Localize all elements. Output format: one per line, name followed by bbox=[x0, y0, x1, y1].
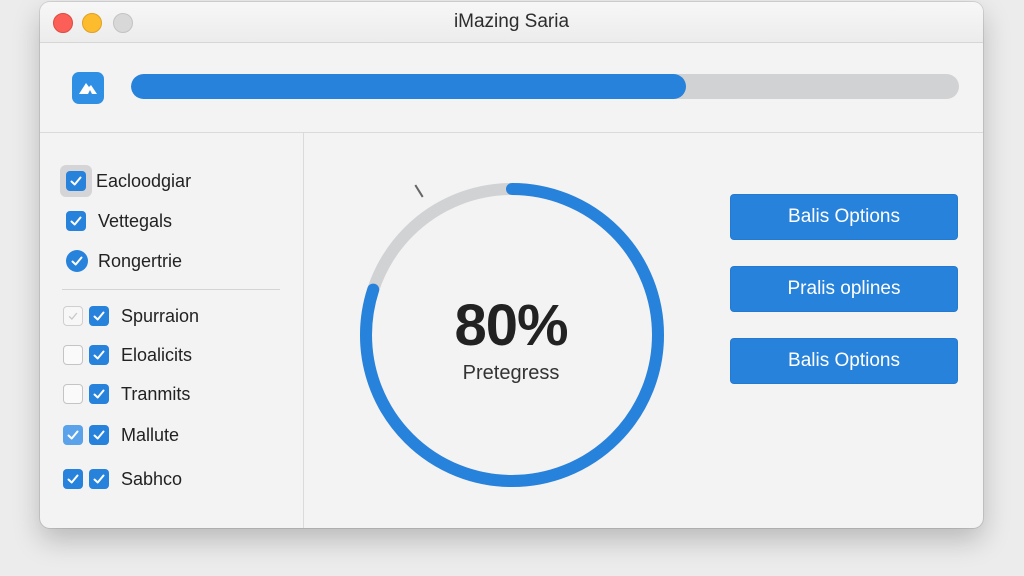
checkmark-icon bbox=[68, 312, 78, 320]
option-row-rongertrie[interactable]: Rongertrie bbox=[66, 246, 182, 276]
option-label: Spurraion bbox=[121, 305, 200, 326]
option-row-vettegals[interactable]: Vettegals bbox=[66, 206, 172, 236]
checkbox-checked[interactable] bbox=[63, 469, 83, 489]
option-row-tranmits[interactable]: Tranmits bbox=[63, 379, 190, 409]
sidebar: Eacloodgiar Vettegals Rongertrie Spurrai… bbox=[40, 133, 303, 528]
checkmark-icon bbox=[93, 430, 105, 440]
sidebar-divider bbox=[303, 133, 304, 528]
window-title: iMazing Saria bbox=[453, 11, 570, 32]
checkmark-icon bbox=[93, 350, 105, 360]
balis-options-button[interactable]: Balis Options bbox=[730, 194, 958, 240]
overall-progress-bar bbox=[131, 74, 959, 99]
checkbox-unchecked[interactable] bbox=[63, 345, 83, 365]
option-row-spurraion[interactable]: Spurraion bbox=[63, 301, 199, 331]
checkbox-checked[interactable] bbox=[66, 171, 86, 191]
checkmark-icon bbox=[67, 474, 79, 484]
checkmark-icon bbox=[71, 256, 83, 266]
app-window: iMazing Saria Eacloodgiar Vettegals Rong… bbox=[40, 2, 983, 528]
option-row-mallute[interactable]: Mallute bbox=[63, 420, 179, 450]
radio-checked[interactable] bbox=[66, 250, 88, 272]
checkmark-icon bbox=[93, 474, 105, 484]
checkbox-checked[interactable] bbox=[89, 469, 109, 489]
checkbox-checked[interactable] bbox=[89, 306, 109, 326]
checkmark-icon bbox=[67, 430, 79, 440]
checkmark-icon bbox=[70, 176, 82, 186]
option-label: Sabhco bbox=[121, 468, 183, 489]
checkbox-partial[interactable] bbox=[63, 425, 83, 445]
option-row-eloalicits[interactable]: Eloalicits bbox=[63, 340, 192, 370]
balis-options-button-2[interactable]: Balis Options bbox=[730, 338, 958, 384]
option-row-eacloodgiar[interactable]: Eacloodgiar bbox=[60, 165, 192, 197]
overall-progress-fill bbox=[131, 74, 686, 99]
option-label: Vettegals bbox=[98, 210, 173, 231]
option-label: Rongertrie bbox=[98, 250, 183, 271]
checkbox-checked[interactable] bbox=[89, 345, 109, 365]
checkbox-checked[interactable] bbox=[66, 211, 86, 231]
option-row-sabhco[interactable]: Sabhco bbox=[63, 464, 182, 494]
checkbox-checked[interactable] bbox=[89, 384, 109, 404]
progress-percent: 80% bbox=[454, 293, 568, 358]
option-label: Mallute bbox=[121, 424, 180, 445]
option-label: Eloalicits bbox=[121, 344, 193, 365]
pralis-oplines-button[interactable]: Pralis oplines bbox=[730, 266, 958, 312]
checkmark-icon bbox=[70, 216, 82, 226]
app-logo-icon bbox=[72, 72, 104, 104]
title-bar[interactable]: iMazing Saria bbox=[40, 2, 983, 43]
checkbox-checked[interactable] bbox=[89, 425, 109, 445]
progress-caption: Pretegress bbox=[462, 362, 560, 384]
checkbox-unchecked[interactable] bbox=[63, 384, 83, 404]
option-label: Eacloodgiar bbox=[96, 170, 192, 191]
focus-ring bbox=[60, 165, 92, 197]
checkmark-icon bbox=[93, 311, 105, 321]
checkmark-icon bbox=[93, 389, 105, 399]
checkbox-faded[interactable] bbox=[63, 306, 83, 326]
sidebar-separator bbox=[62, 289, 280, 290]
option-label: Tranmits bbox=[121, 383, 191, 404]
